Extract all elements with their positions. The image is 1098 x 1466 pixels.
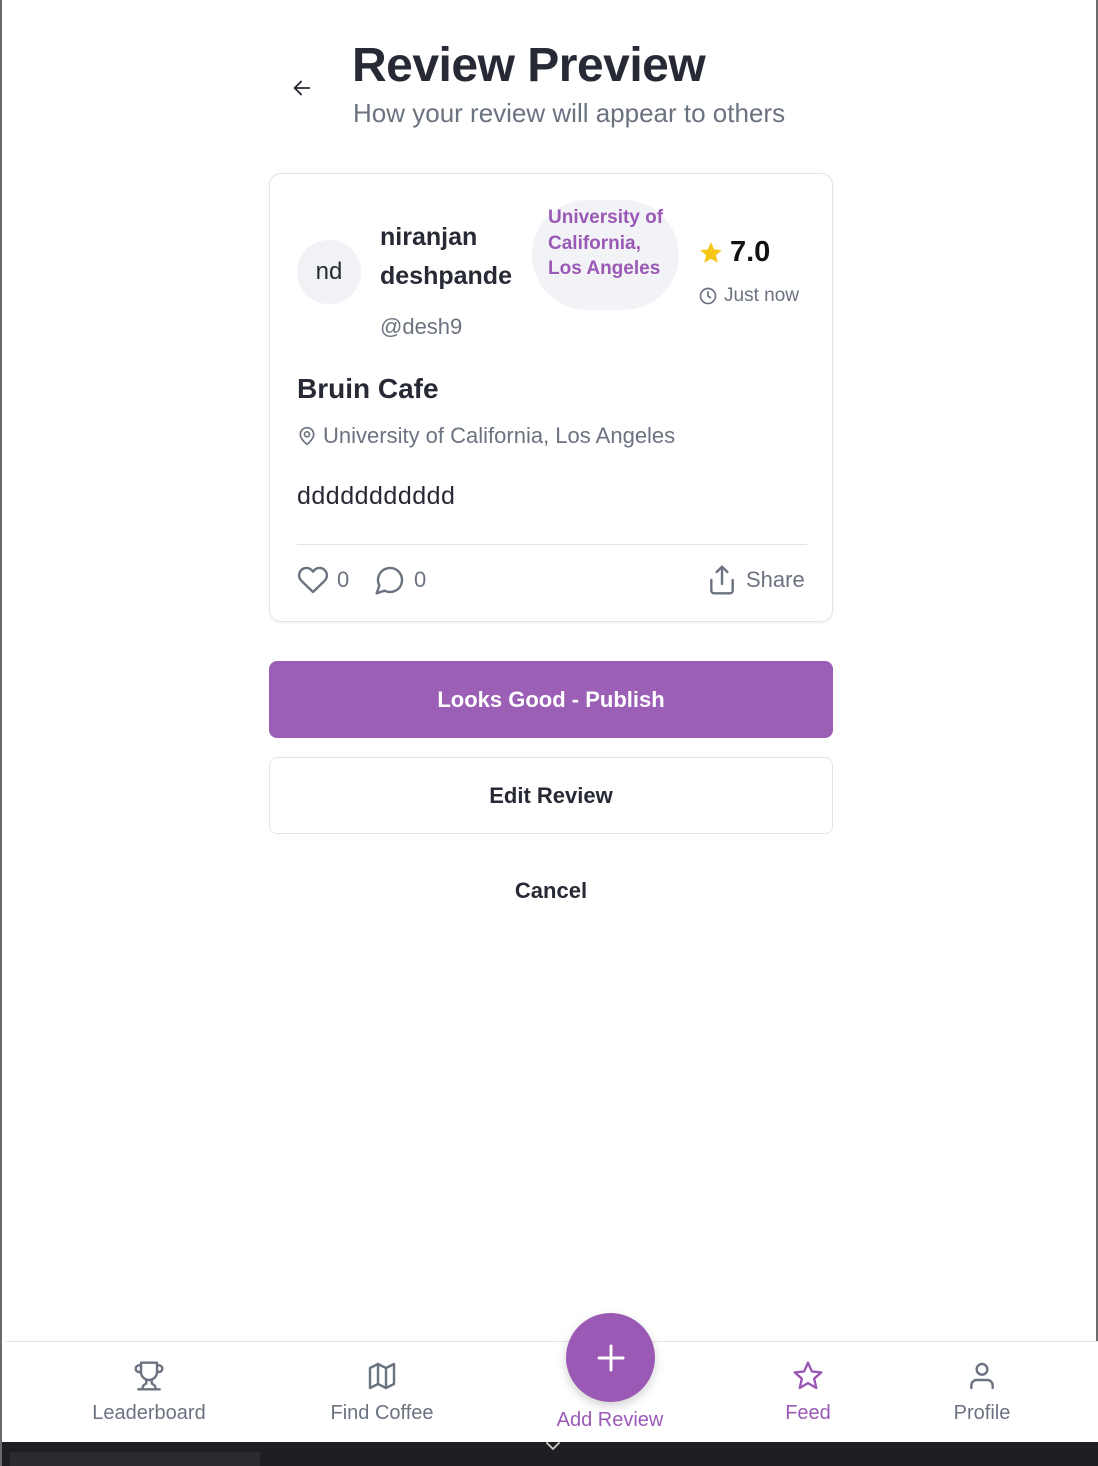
divider [297, 544, 807, 545]
page-title: Review Preview [352, 39, 706, 92]
app-frame: Review Preview How your review will appe… [0, 0, 1098, 1466]
tab-find-coffee[interactable]: Find Coffee [302, 1360, 462, 1425]
back-button[interactable] [284, 70, 320, 106]
add-review-button[interactable] [566, 1313, 655, 1402]
comment-button[interactable]: 0 [374, 564, 426, 596]
host-tab [10, 1452, 260, 1466]
clock-icon [699, 287, 717, 305]
heart-icon [297, 566, 329, 594]
map-pin-icon [299, 426, 315, 446]
rating-value: 7.0 [730, 236, 771, 268]
user-handle: @desh9 [380, 314, 463, 339]
location-text: University of California, Los Angeles [323, 423, 676, 448]
like-count: 0 [337, 567, 350, 592]
timestamp-text: Just now [724, 285, 799, 306]
user-name[interactable]: niranjan deshpande [380, 218, 530, 296]
review-card: nd niranjan deshpande @desh9 University … [269, 173, 833, 622]
arrow-left-icon [293, 80, 311, 96]
share-label: Share [746, 567, 805, 592]
tab-profile[interactable]: Profile [902, 1360, 1062, 1425]
plus-icon [597, 1344, 624, 1371]
location: University of California, Los Angeles [297, 423, 675, 449]
comment-icon [375, 566, 404, 595]
host-bottom-bar [2, 1442, 1098, 1466]
star-icon [793, 1361, 823, 1390]
tab-find-coffee-label: Find Coffee [330, 1402, 434, 1424]
avatar[interactable]: nd [297, 240, 361, 304]
cafe-name[interactable]: Bruin Cafe [297, 373, 439, 405]
chevron-down-icon[interactable] [543, 1440, 563, 1454]
tab-add-review-label[interactable]: Add Review [530, 1409, 690, 1432]
publish-button[interactable]: Looks Good - Publish [269, 661, 833, 738]
tab-feed-label: Feed [785, 1402, 831, 1424]
cancel-button[interactable]: Cancel [269, 862, 833, 920]
tab-profile-label: Profile [953, 1402, 1011, 1424]
tab-leaderboard[interactable]: Leaderboard [69, 1360, 229, 1425]
edit-review-button[interactable]: Edit Review [269, 757, 833, 834]
page-subtitle: How your review will appear to others [353, 98, 786, 128]
like-button[interactable]: 0 [297, 564, 349, 596]
share-icon [710, 565, 734, 595]
rating: 7.0 [698, 236, 770, 269]
school-badge: University of California, Los Angeles [532, 200, 679, 310]
avatar-initials: nd [315, 258, 343, 285]
tab-leaderboard-label: Leaderboard [92, 1402, 206, 1424]
star-icon [700, 241, 722, 263]
share-button[interactable]: Share [706, 564, 805, 596]
review-text: ddddddddddd [297, 482, 456, 510]
map-icon [368, 1362, 396, 1390]
timestamp: Just now [698, 285, 799, 307]
trophy-icon [134, 1361, 164, 1391]
user-icon [970, 1362, 994, 1390]
tab-feed[interactable]: Feed [728, 1360, 888, 1425]
comment-count: 0 [414, 567, 427, 592]
